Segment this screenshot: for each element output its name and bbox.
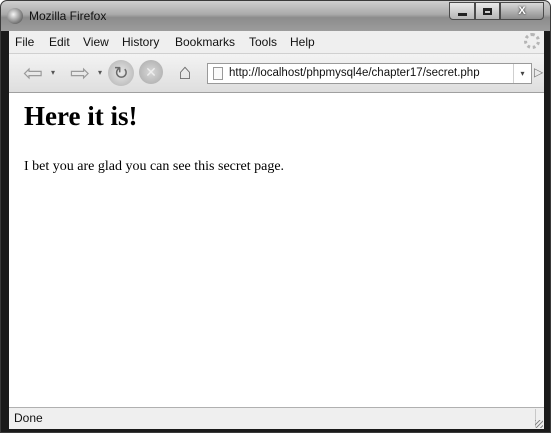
resize-grip-icon[interactable] — [535, 420, 543, 428]
home-icon: ⌂ — [178, 59, 192, 84]
page-heading: Here it is! — [24, 101, 138, 131]
reload-button[interactable]: ↻ — [108, 60, 134, 86]
forward-button[interactable]: ⇨ — [66, 59, 94, 87]
menu-edit[interactable]: Edit — [49, 35, 70, 49]
stop-icon: ✕ — [145, 63, 157, 80]
url-history-dropdown[interactable]: ▾ — [513, 64, 531, 83]
back-history-dropdown[interactable]: ▾ — [51, 68, 55, 77]
reload-icon: ↻ — [113, 62, 129, 83]
menu-history[interactable]: History — [122, 35, 159, 49]
status-text: Done — [14, 411, 43, 425]
menu-tools[interactable]: Tools — [249, 35, 277, 49]
go-button[interactable]: ▷ — [534, 65, 543, 79]
window-title: Mozilla Firefox — [29, 9, 107, 23]
forward-history-dropdown[interactable]: ▾ — [98, 68, 102, 77]
home-button[interactable]: ⌂ — [172, 59, 198, 85]
stop-button[interactable]: ✕ — [139, 60, 163, 84]
back-arrow-icon: ⇦ — [22, 59, 44, 87]
forward-arrow-icon: ⇨ — [69, 59, 91, 87]
page-body-text: I bet you are glad you can see this secr… — [24, 159, 285, 174]
close-button[interactable]: X — [500, 2, 544, 20]
page-content: Here it is! I bet you are glad you can s… — [9, 93, 544, 407]
maximize-button[interactable] — [475, 2, 500, 20]
menu-view[interactable]: View — [83, 35, 109, 49]
back-button[interactable]: ⇦ — [19, 59, 47, 87]
status-bar: Done — [9, 407, 544, 429]
page-icon — [213, 67, 223, 80]
menu-bar: File Edit View History Bookmarks Tools H… — [9, 31, 544, 54]
navigation-toolbar: ⇦ ▾ ⇨ ▾ ↻ ✕ ⌂ http://localhost/phpmysql4… — [9, 54, 544, 93]
throbber-icon — [524, 33, 540, 49]
browser-window: Mozilla Firefox X File Edit View History… — [0, 0, 551, 433]
minimize-icon — [457, 12, 467, 16]
chevron-down-icon: ▾ — [520, 69, 525, 78]
menu-bookmarks[interactable]: Bookmarks — [175, 35, 235, 49]
minimize-button[interactable] — [449, 2, 475, 20]
firefox-icon — [7, 8, 23, 24]
title-bar[interactable]: Mozilla Firefox X — [1, 1, 550, 31]
menu-file[interactable]: File — [15, 35, 34, 49]
caption-buttons: X — [449, 2, 544, 20]
menu-help[interactable]: Help — [290, 35, 315, 49]
maximize-icon — [483, 7, 492, 15]
url-bar[interactable]: http://localhost/phpmysql4e/chapter17/se… — [207, 63, 532, 84]
url-text[interactable]: http://localhost/phpmysql4e/chapter17/se… — [229, 67, 480, 79]
close-icon: X — [518, 5, 526, 17]
